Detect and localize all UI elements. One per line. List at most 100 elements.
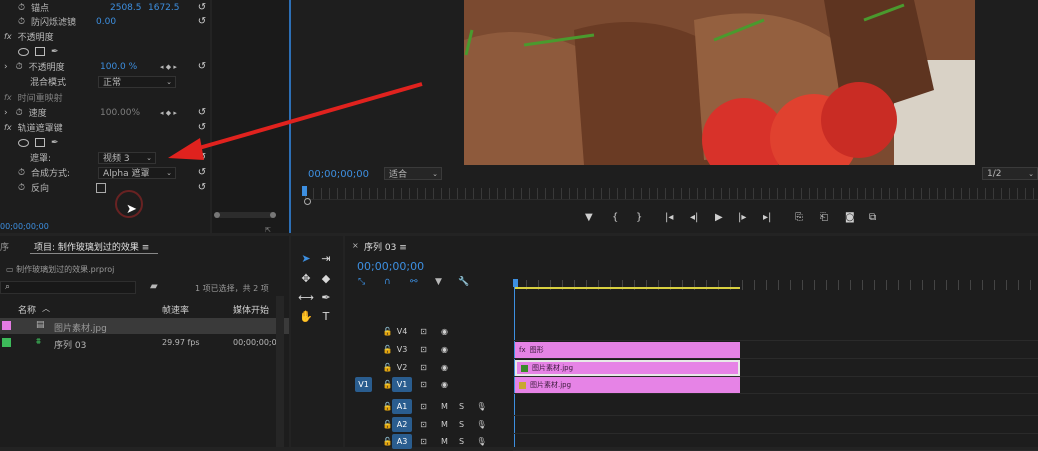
track-lane[interactable] (513, 434, 1038, 451)
opacity-section[interactable]: fx 不透明度 (4, 29, 208, 44)
timeline-track-a2[interactable]: 🔓 A2 ⊡ M S 🎙 (345, 417, 1038, 434)
reset-icon[interactable]: ↺ (196, 2, 208, 13)
track-lane[interactable] (513, 324, 1038, 341)
lift-icon[interactable]: ⎘ (795, 212, 803, 223)
pen-mask-icon[interactable]: ✒ (51, 47, 59, 57)
speed-value[interactable]: 100.00% (100, 108, 140, 118)
eye-icon[interactable]: ◉ (436, 342, 453, 357)
timeline-track-v4[interactable]: 🔓 V4 ⊡ ◉ (345, 324, 1038, 341)
export-frame-icon[interactable]: ◙ (845, 212, 855, 223)
effects-timecode[interactable]: 00;00;00;00 (0, 222, 49, 231)
track-lane[interactable] (513, 417, 1038, 434)
track-target[interactable]: V2 (392, 360, 412, 375)
reset-icon[interactable]: ↺ (196, 16, 208, 27)
opacity-value[interactable]: 100.0 % (100, 62, 137, 72)
anchor-x-value[interactable]: 2508.5 (110, 3, 142, 13)
eye-icon[interactable]: ◉ (436, 377, 453, 392)
stopwatch-icon[interactable]: ⏱ (18, 183, 25, 193)
track-select-tool-icon[interactable]: ⇥ (318, 250, 334, 266)
sync-lock-icon[interactable]: ⊡ (415, 324, 432, 339)
sync-lock-icon[interactable]: ⊡ (415, 417, 432, 432)
step-back-icon[interactable]: ◂| (690, 212, 698, 223)
sync-lock-icon[interactable]: ⊡ (415, 342, 432, 357)
tab-project[interactable]: 项目: 制作玻璃划过的效果 ≡ (34, 240, 149, 253)
tab-menu-icon[interactable]: ≡ (399, 243, 407, 253)
play-icon[interactable]: ▶ (715, 212, 723, 223)
stopwatch-icon[interactable]: ⏱ (18, 17, 25, 27)
slip-tool-icon[interactable]: ⟷ (298, 289, 314, 305)
expand-arrow-icon[interactable]: › (4, 62, 8, 72)
track-target[interactable]: A2 (392, 417, 412, 432)
sync-lock-icon[interactable]: ⊡ (415, 399, 432, 414)
work-area-bar[interactable] (514, 287, 740, 289)
go-to-out-icon[interactable]: ▸| (763, 212, 771, 223)
stopwatch-icon[interactable]: ⏱ (16, 62, 23, 72)
sync-lock-icon[interactable]: ⊡ (415, 377, 432, 392)
eye-icon[interactable]: ◉ (436, 360, 453, 375)
column-name[interactable]: 名称 (18, 303, 36, 316)
mark-out-icon[interactable]: } (636, 212, 642, 223)
effects-zoom-scrollbar[interactable] (214, 212, 276, 218)
stopwatch-icon[interactable]: ⏱ (16, 108, 23, 118)
tab-sequence[interactable]: 序列 03 ≡ (364, 240, 407, 253)
razor-tool-icon[interactable]: ◆ (318, 270, 334, 286)
mute-button[interactable]: M (436, 399, 453, 414)
pen-tool-icon[interactable]: ✒ (318, 289, 334, 305)
track-target[interactable]: A1 (392, 399, 412, 414)
timeline-playhead[interactable] (513, 279, 518, 287)
microphone-icon[interactable]: 🎙 (473, 399, 490, 414)
program-playhead[interactable] (302, 186, 307, 196)
go-to-in-icon[interactable]: |◂ (665, 212, 673, 223)
add-marker-icon[interactable]: ▼ (585, 212, 593, 223)
linked-selection-icon[interactable]: ⚯ (410, 277, 418, 287)
project-scrollbar[interactable] (276, 296, 284, 447)
timeline-timecode[interactable]: 00;00;00;00 (357, 260, 424, 273)
program-timecode[interactable]: 00;00;00;00 (308, 169, 369, 180)
program-time-ruler[interactable] (305, 188, 1038, 200)
tab-menu-icon[interactable]: ≡ (142, 243, 150, 253)
project-search-input[interactable]: ⌕ (0, 281, 136, 294)
sort-ascending-icon[interactable]: ︿ (42, 303, 50, 314)
zoom-handle[interactable] (304, 198, 311, 205)
export-frame-icon[interactable]: ⇱ (265, 226, 271, 234)
comparison-view-icon[interactable]: ⧉ (869, 212, 876, 223)
type-tool-icon[interactable]: T (318, 308, 334, 324)
track-target[interactable]: V1 (392, 377, 412, 392)
solo-button[interactable]: S (453, 417, 470, 432)
clip-graphic[interactable]: fx 图形 (515, 342, 740, 358)
antiflicker-value[interactable]: 0.00 (96, 17, 116, 27)
stopwatch-icon[interactable]: ⏱ (18, 3, 25, 13)
mute-button[interactable]: M (436, 417, 453, 432)
track-target[interactable]: V4 (392, 324, 412, 339)
clip-image[interactable]: 图片素材.jpg (515, 377, 740, 393)
expand-arrow-icon[interactable]: › (4, 108, 8, 118)
list-item[interactable]: ⩩ 序列 03 29.97 fps 00;00;00;00 (0, 335, 289, 351)
resolution-dropdown[interactable]: 1/2 ⌄ (982, 167, 1038, 180)
reset-icon[interactable]: ↺ (196, 182, 208, 193)
stopwatch-icon[interactable]: ⏱ (18, 168, 25, 178)
ripple-edit-tool-icon[interactable]: ✥ (298, 270, 314, 286)
clip-image-selected[interactable]: 图片素材.jpg (515, 360, 740, 376)
ellipse-mask-icon[interactable] (18, 47, 29, 56)
column-fps[interactable]: 帧速率 (162, 303, 189, 316)
anchor-y-value[interactable]: 1672.5 (148, 3, 180, 13)
ellipse-mask-icon[interactable] (18, 138, 29, 147)
list-item[interactable]: ▤ 图片素材.jpg (0, 318, 289, 334)
label-color-swatch[interactable] (2, 321, 11, 330)
label-color-swatch[interactable] (2, 338, 11, 347)
snap-icon[interactable]: ∩ (384, 277, 391, 287)
sync-lock-icon[interactable]: ⊡ (415, 360, 432, 375)
mark-in-icon[interactable]: { (612, 212, 618, 223)
matte-dropdown[interactable]: 视频 3 ⌄ (98, 151, 156, 164)
column-start[interactable]: 媒体开始 (233, 303, 269, 316)
rectangle-mask-icon[interactable] (35, 47, 45, 56)
reverse-checkbox[interactable] (96, 182, 106, 193)
keyframe-nav-icon[interactable]: ◂ ◆ ▸ (160, 63, 177, 71)
reset-icon[interactable]: ↺ (196, 61, 208, 72)
source-patch[interactable]: V1 (355, 377, 372, 392)
nest-icon[interactable]: ⤡ (358, 277, 365, 287)
scroll-handle-right[interactable] (270, 212, 276, 218)
hand-tool-icon[interactable]: ✋ (298, 308, 314, 324)
wrench-icon[interactable]: 🔧 (458, 277, 469, 287)
track-target[interactable]: V3 (392, 342, 412, 357)
